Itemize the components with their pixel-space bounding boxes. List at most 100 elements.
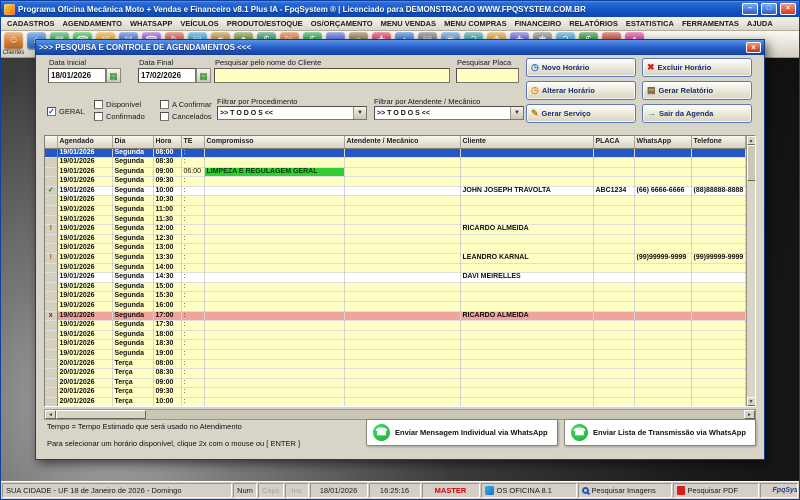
schedule-row[interactable]: 19/01/2026 Segunda 15:30: [45,291,746,302]
dialog-close-button[interactable]: × [746,42,761,53]
schedule-row[interactable]: 19/01/2026 Segunda 11:00: [45,205,746,216]
checkbox-confirmado[interactable]: Confirmado [94,112,145,121]
schedule-row[interactable]: 19/01/2026 Segunda 10:30: [45,195,746,207]
agendamentos-dialog: >>> PESQUISA E CONTROLE DE AGENDAMENTOS … [35,39,765,460]
indicator-caps: Caps [258,483,284,498]
atendente-filter-select[interactable]: >> T O D O S << ▼ [374,106,524,120]
cell-hora: 09:00 [153,167,182,178]
schedule-row[interactable]: 19/01/2026 Segunda 15:00: [45,282,746,293]
menu-item-cadastros[interactable]: CADASTROS [3,19,59,28]
minimize-button[interactable]: – [742,3,758,15]
menu-item-produto-estoque[interactable]: PRODUTO/ESTOQUE [223,19,307,28]
maximize-button[interactable]: □ [761,3,777,15]
schedule-row[interactable]: 19/01/2026 Segunda 11:30: [45,215,746,226]
schedule-row[interactable]: 19/01/2026 Segunda 18:00: [45,330,746,341]
cliente-search-input[interactable] [214,68,450,83]
sair-agenda-button[interactable]: → Sair da Agenda [642,104,752,123]
schedule-row[interactable]: 20/01/2026 Terça 08:00: [45,359,746,370]
schedule-row[interactable]: 19/01/2026 Segunda 12:30: [45,234,746,245]
column-header-whatsapp[interactable]: WhatsApp [634,136,692,149]
procedimento-filter-select[interactable]: >> T O D O S << ▼ [217,106,367,120]
column-header-gutter[interactable] [45,136,58,149]
schedule-row[interactable]: 20/01/2026 Terça 10:00: [45,397,746,406]
data-inicial-calendar-button[interactable]: ▦ [106,68,121,83]
menu-item-menu-vendas[interactable]: MENU VENDAS [377,19,440,28]
novo-horario-button[interactable]: ◷ Novo Horário [526,58,636,77]
chevron-down-icon[interactable]: ▼ [353,107,366,119]
schedule-row[interactable]: 19/01/2026 Segunda 13:00: [45,243,746,255]
gerar-servico-button[interactable]: ✎ Gerar Serviço [526,104,636,123]
column-header-cliente[interactable]: Cliente [460,136,594,149]
menu-item-os-orcamento[interactable]: OS/ORÇAMENTO [307,19,377,28]
menu-item-agendamento[interactable]: AGENDAMENTO [59,19,126,28]
vertical-scroll-thumb[interactable] [746,145,755,181]
schedule-row[interactable]: 19/01/2026 Segunda 08:00: [45,148,746,159]
column-header-hora[interactable]: Hora [153,136,182,149]
schedule-row[interactable]: 19/01/2026 Segunda 08:30: [45,157,746,168]
column-header-atendente-mecanico[interactable]: Atendente / Mecânico [344,136,461,149]
schedule-row[interactable]: 19/01/2026 Segunda 14:30: DAVI MEIRELLES [45,272,746,283]
schedule-row[interactable]: 19/01/2026 Segunda 16:00: [45,301,746,312]
menu-item-financeiro[interactable]: FINANCEIRO [511,19,566,28]
schedule-row[interactable]: ! 19/01/2026 Segunda 13:30: LEANDRO KARNAL (9… [45,253,746,264]
data-final-input[interactable] [138,68,196,83]
alterar-horario-button[interactable]: ◷ Alterar Horário [526,81,636,100]
checkbox-geral[interactable]: ✓ GERAL [47,107,84,116]
column-header-telefone[interactable]: Telefone [691,136,746,149]
cell-placa [593,378,635,389]
whatsapp-broadcast-button[interactable]: ☎ Enviar Lista de Transmissão via WhatsA… [564,419,756,446]
schedule-row[interactable]: ✓ 19/01/2026 Segunda 10:00: JOHN JOSEPH TRAV… [45,186,746,197]
column-header-te[interactable]: TE [181,136,205,149]
schedule-row[interactable]: x 19/01/2026 Segunda 17:00: RICARDO ALMEIDA [45,311,746,322]
schedule-row[interactable]: 20/01/2026 Terça 08:30: [45,368,746,379]
cell-dia: Segunda [112,253,154,264]
schedule-row[interactable]: 20/01/2026 Terça 09:00: [45,378,746,389]
checkbox-disponivel[interactable]: Disponível [94,100,145,109]
chevron-down-icon[interactable]: ▼ [510,107,523,119]
excluir-horario-button[interactable]: ✖ Excluir Horário [642,58,752,77]
schedule-row[interactable]: 19/01/2026 Segunda 09:30: [45,176,746,187]
scroll-left-button[interactable]: ◄ [45,410,56,419]
checkbox-a-confirmar[interactable]: A Confirmar [160,100,212,109]
horizontal-scroll-thumb[interactable] [56,410,146,419]
scroll-up-button[interactable]: ▲ [746,136,755,145]
menu-item-whatsapp[interactable]: WHATSAPP [126,19,176,28]
whatsapp-individual-button[interactable]: ☎ Enviar Mensagem Individual via WhatsAp… [366,419,558,446]
menu-item-ajuda[interactable]: AJUDA [743,19,777,28]
scroll-down-button[interactable]: ▼ [746,397,755,406]
search-pdf-button[interactable]: Pesquisar PDF [672,483,759,498]
schedule-row[interactable]: ! 19/01/2026 Segunda 12:00: RICARDO ALMEIDA [45,224,746,235]
schedule-row[interactable]: 20/01/2026 Terça 09:30: [45,387,746,398]
close-button[interactable]: × [780,3,796,15]
column-header-agendado[interactable]: Agendado [57,136,113,149]
vertical-scrollbar[interactable]: ▲ ▼ [745,136,755,406]
schedule-row[interactable]: 19/01/2026 Segunda 14:00: [45,263,746,274]
schedule-row[interactable]: 19/01/2026 Segunda 18:30: [45,339,746,350]
cell-telefone [691,387,746,398]
scroll-right-button[interactable]: ► [744,410,755,419]
schedule-row[interactable]: 19/01/2026 Segunda 09:00 06:00 LIMPEZA E REG… [45,167,746,178]
cell-agendado: 19/01/2026 [57,339,113,350]
data-final-calendar-button[interactable]: ▦ [196,68,211,83]
placa-search-input[interactable] [456,68,519,83]
column-header-compromisso[interactable]: Compromisso [204,136,345,149]
status-date: 18/01/2026 [309,483,368,498]
menu-item-ferramentas[interactable]: FERRAMENTAS [678,19,743,28]
service-pencil-icon: ✎ [531,108,539,118]
menu-item-veiculos[interactable]: VEÍCULOS [176,19,222,28]
schedule-row[interactable]: 19/01/2026 Segunda 19:00: [45,349,746,360]
cell-telefone [691,167,746,178]
menu-item-estatistica[interactable]: ESTATISTICA [622,19,678,28]
gerar-relatorio-button[interactable]: ▤ Gerar Relatório [642,81,752,100]
cell-dia: Segunda [112,311,154,322]
clients-toolbar-button[interactable]: ☺ Clientes [3,32,24,57]
schedule-row[interactable]: 19/01/2026 Segunda 17:30: [45,320,746,331]
cell-cliente: DAVI MEIRELLES [460,272,594,283]
column-header-placa[interactable]: PLACA [593,136,635,149]
menu-item-menu-compras[interactable]: MENU COMPRAS [440,19,511,28]
data-inicial-input[interactable] [48,68,106,83]
checkbox-cancelados[interactable]: Cancelados [160,112,212,121]
column-header-dia[interactable]: Dia [112,136,154,149]
menu-item-relatorios[interactable]: RELATÓRIOS [565,19,622,28]
search-images-button[interactable]: Pesquisar Imagens [577,483,672,498]
